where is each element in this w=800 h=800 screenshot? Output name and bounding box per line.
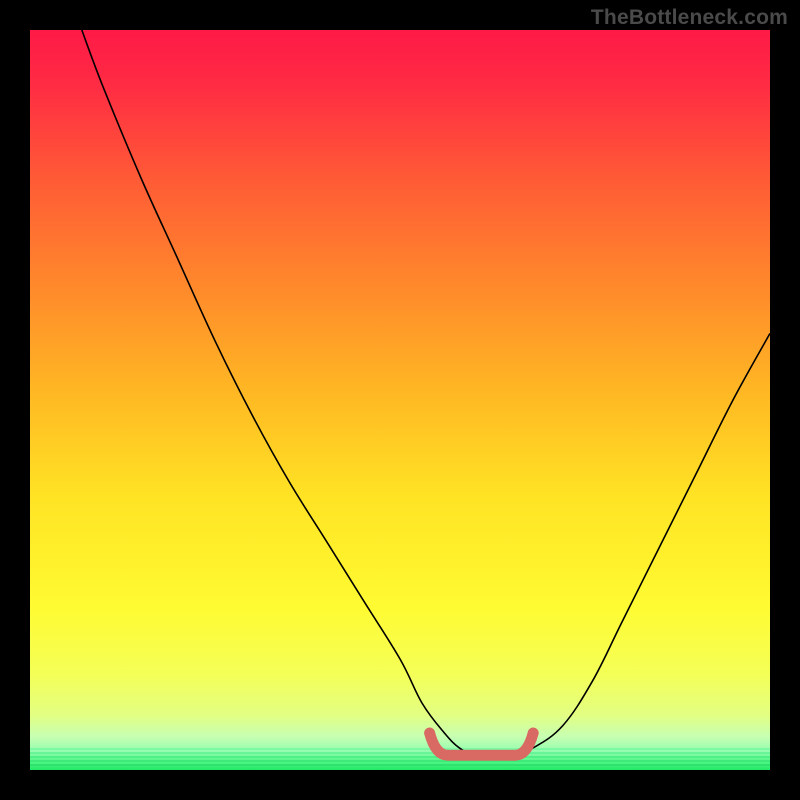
chart-frame: TheBottleneck.com: [0, 0, 800, 800]
bottleneck-chart: [30, 30, 770, 770]
watermark-text: TheBottleneck.com: [591, 6, 788, 30]
